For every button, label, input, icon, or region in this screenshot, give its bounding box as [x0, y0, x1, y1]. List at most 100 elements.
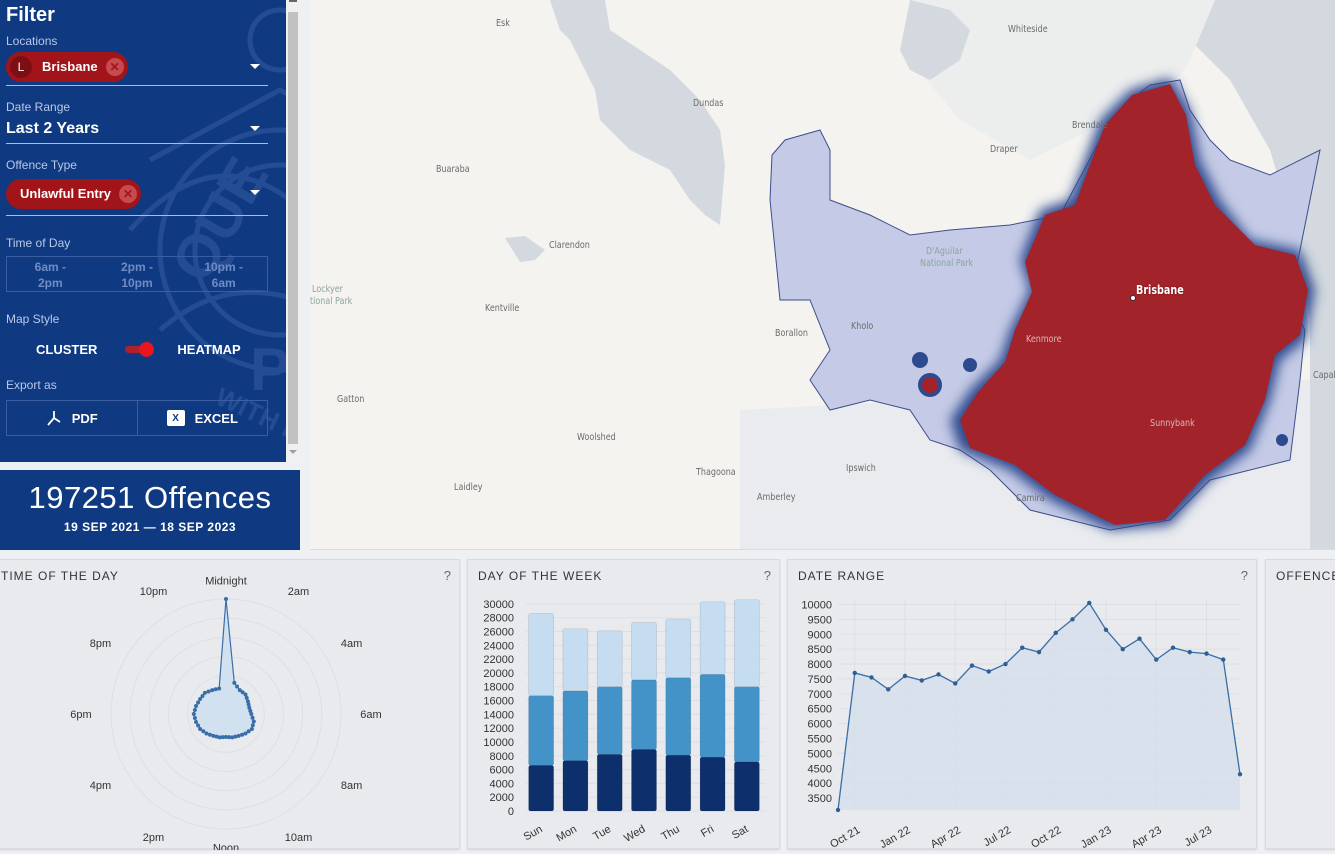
x-tick-label: Mon: [554, 823, 579, 844]
brisbane-marker: [1130, 295, 1136, 301]
x-tick-label: Jan 23: [1079, 824, 1114, 850]
bar-segment: [734, 599, 760, 688]
locations-select[interactable]: L Brisbane ✕: [6, 48, 268, 86]
data-point: [869, 675, 874, 680]
heatmap-map[interactable]: Esk Dundas Whiteside Buaraba Brendale Dr…: [310, 0, 1335, 550]
radar-axis-label: Midnight: [205, 576, 247, 588]
map-style-switch: CLUSTER HEATMAP: [6, 334, 280, 364]
y-tick-label: 6000: [808, 719, 832, 731]
data-point: [1204, 651, 1209, 656]
close-circle-icon[interactable]: ✕: [105, 57, 124, 76]
radar-point: [206, 689, 211, 694]
cluster-label[interactable]: CLUSTER: [36, 342, 97, 357]
y-tick-label: 24000: [483, 640, 514, 652]
time-of-day-option-2pm-10pm[interactable]: 2pm - 10pm: [94, 257, 181, 291]
option-line: 10pm -: [204, 260, 244, 274]
radar-point: [251, 719, 256, 724]
offence-chip-unlawful-entry[interactable]: Unlawful Entry ✕: [6, 178, 142, 209]
locations-label: Locations: [6, 34, 58, 48]
offence-type-label: Offence Type: [6, 158, 77, 172]
sidebar-scrollbar[interactable]: [286, 0, 300, 462]
pdf-icon: [47, 411, 61, 426]
date-range-value: Last 2 Years: [6, 119, 100, 137]
time-of-day-option-6am-2pm[interactable]: 6am - 2pm: [7, 257, 94, 291]
y-tick-label: 22000: [483, 654, 514, 666]
time-of-day-option-10pm-6am[interactable]: 10pm - 6am: [180, 257, 267, 291]
radar-point: [211, 733, 216, 738]
data-point: [886, 687, 891, 692]
option-line: 10pm: [121, 276, 153, 290]
x-tick-label: Apr 23: [1130, 824, 1164, 850]
summary-date-range: 19 SEP 2021 — 18 SEP 2023: [63, 520, 237, 534]
place-label: Esk: [496, 18, 510, 29]
place-label: Clarendon: [549, 240, 590, 251]
bar-segment: [699, 756, 726, 812]
data-point: [1237, 772, 1243, 777]
scroll-up-icon[interactable]: [289, 0, 297, 2]
scroll-down-icon[interactable]: [289, 450, 297, 454]
export-pdf-button[interactable]: PDF: [7, 401, 137, 435]
radar-axis-label: 10am: [285, 832, 313, 844]
radar-point: [232, 680, 237, 685]
heatmap-label[interactable]: HEATMAP: [177, 342, 240, 357]
data-point: [1053, 630, 1058, 635]
bar-segment: [631, 749, 657, 812]
close-circle-icon[interactable]: ✕: [119, 184, 138, 203]
bar-segment: [734, 761, 760, 812]
data-point: [969, 663, 975, 668]
data-point: [919, 678, 924, 683]
data-point: [1103, 627, 1109, 632]
radar-axis-label: 6pm: [70, 709, 91, 721]
date-range-select[interactable]: Last 2 Years: [6, 114, 268, 144]
dropdown-caret-icon[interactable]: [250, 64, 260, 69]
radar-point: [207, 732, 212, 737]
option-line: 2pm -: [121, 260, 154, 274]
scrollbar-thumb[interactable]: [288, 12, 298, 444]
date-range-label: Date Range: [6, 100, 71, 114]
toggle-knob[interactable]: [139, 342, 155, 357]
bar-segment: [665, 677, 692, 756]
place-label: Kentville: [485, 303, 520, 314]
data-point: [1120, 646, 1125, 652]
y-tick-label: 7500: [808, 674, 832, 686]
location-chip-brisbane[interactable]: L Brisbane ✕: [6, 51, 128, 82]
lake-small: [505, 236, 545, 262]
place-label: tional Park: [310, 296, 353, 307]
bar-segment: [631, 622, 657, 681]
bar-segment: [596, 754, 623, 812]
y-tick-label: 18000: [483, 682, 514, 694]
map-style-toggle[interactable]: [125, 342, 155, 357]
place-label: Gatton: [337, 394, 365, 405]
radar-point: [213, 687, 218, 692]
time-of-day-label: Time of Day: [6, 236, 71, 250]
bar-segment: [562, 628, 589, 692]
y-tick-label: 4000: [490, 778, 514, 790]
x-tick-label: Fri: [699, 823, 716, 840]
radar-point: [196, 700, 201, 705]
offence-count: 197251 Offences: [28, 480, 272, 515]
radar-point: [192, 707, 197, 712]
data-point: [835, 807, 841, 813]
data-point: [1087, 600, 1092, 606]
radar-axis-label: 6am: [360, 709, 381, 721]
place-label: Dundas: [693, 98, 724, 109]
export-excel-button[interactable]: X EXCEL: [136, 401, 268, 435]
radar-point: [202, 690, 207, 695]
offence-type-select[interactable]: Unlawful Entry ✕: [6, 172, 268, 216]
y-tick-label: 8000: [490, 751, 514, 763]
bar-segment: [665, 754, 692, 812]
x-tick-label: Apr 22: [929, 824, 963, 850]
x-tick-label: Jul 23: [1183, 824, 1214, 849]
place-label: Buaraba: [436, 164, 470, 175]
filter-title: Filter: [6, 4, 55, 26]
place-label: Brendale: [1072, 120, 1108, 131]
place-label: Ipswich: [846, 463, 876, 474]
dropdown-caret-icon[interactable]: [250, 126, 260, 131]
x-tick-label: Thu: [659, 823, 681, 843]
dropdown-caret-icon[interactable]: [250, 190, 260, 195]
place-label: D'Aguilar: [926, 246, 963, 257]
data-point: [986, 669, 991, 674]
export-buttons: PDF X EXCEL: [6, 400, 268, 436]
radar-point: [250, 723, 255, 728]
y-tick-label: 5000: [808, 748, 832, 760]
